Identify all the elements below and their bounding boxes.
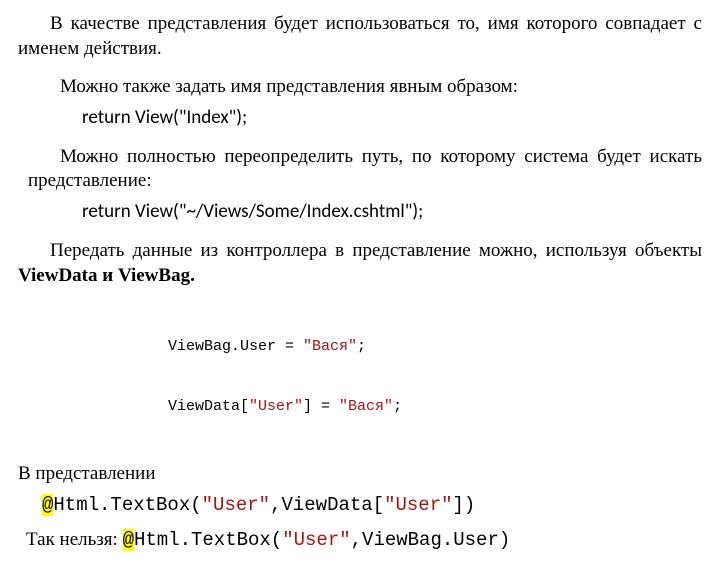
code-string: "Index" <box>179 106 236 129</box>
code-text: ViewBag.User = <box>168 338 303 355</box>
paragraph-5: В представлении <box>18 462 702 487</box>
paragraph-2: Можно также задать имя представления явн… <box>28 75 702 100</box>
code-text: ); <box>412 200 423 223</box>
code-text: return View( <box>82 106 179 129</box>
code-text: Html.TextBox( <box>53 494 201 516</box>
code-text: ; <box>393 398 402 415</box>
at-highlight: @ <box>42 494 53 516</box>
code-string: "Вася" <box>303 338 357 355</box>
code-string: "User" <box>384 494 452 516</box>
paragraph-4: Передать данные из контроллера в предста… <box>18 239 702 288</box>
paragraph-4-text: Передать данные из контроллера в предста… <box>50 240 702 261</box>
code-text: ]) <box>453 494 476 516</box>
paragraph-1: В качестве представления будет использов… <box>18 12 702 61</box>
code-text: "~/Views/Some/Index.cshtml" <box>179 200 413 223</box>
code-text: ] = <box>303 398 339 415</box>
code-text: ); <box>236 106 247 129</box>
code-return-view-path: return View("~/Views/Some/Index.cshtml")… <box>82 200 702 225</box>
code-string: "User" <box>202 494 270 516</box>
code-return-view-index: return View("Index"); <box>82 106 702 131</box>
code-text: return View( <box>82 200 179 223</box>
code-string: "User" <box>249 398 303 415</box>
paragraph-3: Можно полностью переопределить путь, по … <box>28 145 702 194</box>
code-viewdata-assign: ViewData["User"] = "Вася"; <box>168 397 702 417</box>
code-viewbag-assign: ViewBag.User = "Вася"; <box>168 337 702 357</box>
code-text: ; <box>357 338 366 355</box>
code-text: ,ViewData[ <box>270 494 384 516</box>
paragraph-6: Так нельзя: <box>26 529 123 550</box>
code-string: "Вася" <box>339 398 393 415</box>
paragraph-4-bold: ViewData и ViewBag. <box>18 265 195 286</box>
code-text: ViewData[ <box>168 398 249 415</box>
code-html-textbox-viewdata: @Html.TextBox("User",ViewData["User"]) <box>42 493 702 518</box>
